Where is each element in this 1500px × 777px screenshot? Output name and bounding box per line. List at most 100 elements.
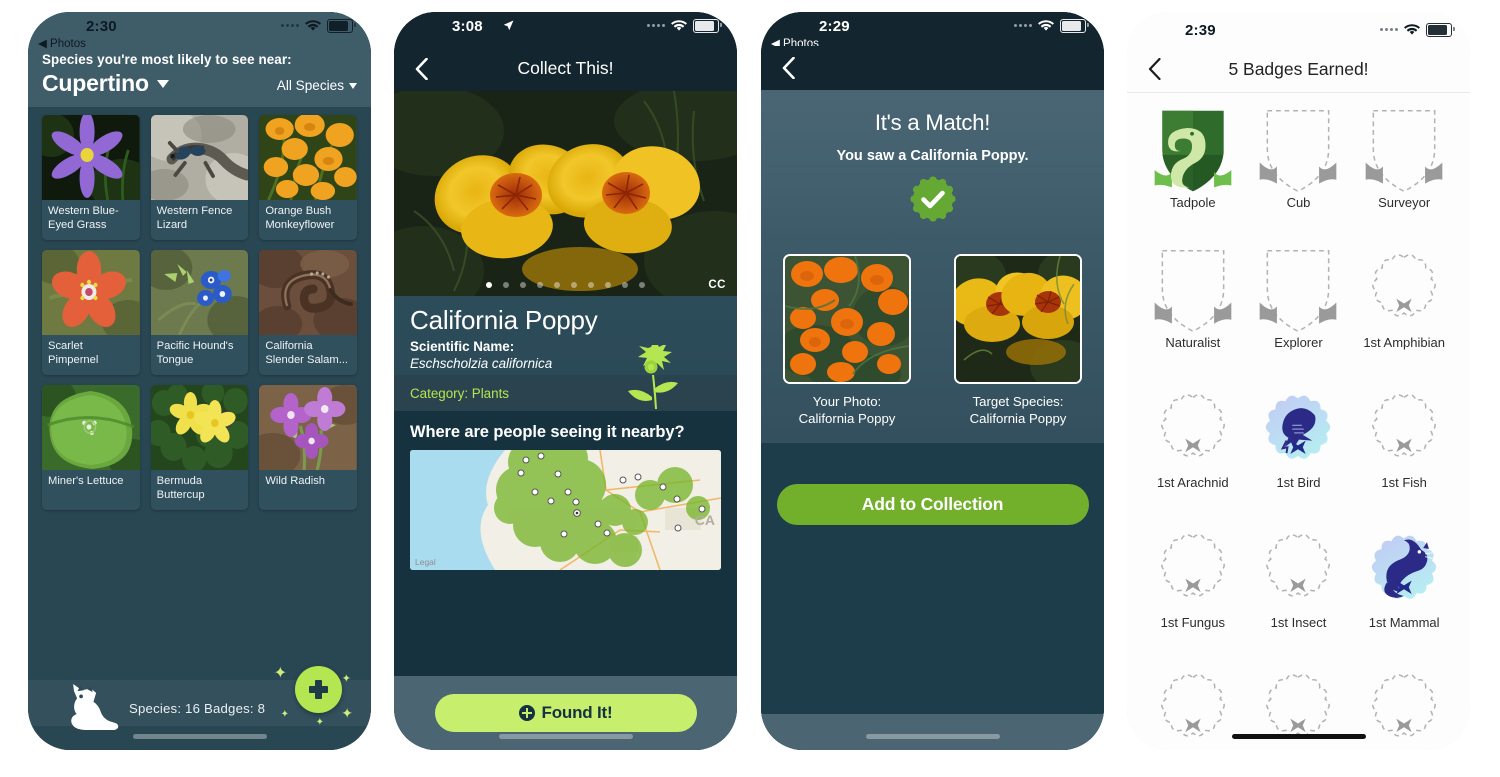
badge-locked-outline [1151,525,1235,617]
species-card[interactable]: Pacific Hound's Tongue [150,250,249,375]
status-time: 2:39 [1185,22,1216,39]
observations-map[interactable]: Legal CA [410,450,721,571]
species-name: Orange Bush Monkeyflower [265,205,335,231]
signal-dots-icon [647,24,665,28]
status-time: 3:08 [452,18,483,35]
home-indicator [132,734,267,739]
cc-license-label[interactable]: CC [708,279,726,291]
badge-label: Explorer [1274,335,1323,350]
badge-earned-art [1362,525,1446,617]
carousel-dot[interactable] [503,282,509,288]
species-filter-selector[interactable]: All Species [277,78,357,97]
species-name: Pacific Hound's Tongue [156,340,234,366]
bottom-bar [761,714,1104,750]
carousel-dot[interactable] [537,282,543,288]
status-back-to-photos[interactable]: ◀ Photos [38,36,86,50]
species-name: California Slender Salam... [265,340,349,366]
target-photo-label: Target Species: California Poppy [954,393,1082,427]
badge-item[interactable] [1143,665,1243,750]
add-observation-button[interactable] [295,666,342,713]
phone-screen-collect-this: 3:08 Collect This! CC California Poppy S… [394,12,737,750]
found-it-button[interactable]: Found It! [434,694,697,732]
map-legal-link[interactable]: Legal [415,557,436,567]
badge-locked-outline [1256,525,1340,617]
badge-locked-outline [1151,245,1235,337]
map-state-label: CA [694,512,715,529]
target-photo[interactable] [954,254,1082,384]
nav-bar: Collect This! [394,46,737,91]
signal-dots-icon [281,24,299,28]
carousel-dot[interactable] [605,282,611,288]
badge-item[interactable]: Cub [1249,105,1349,245]
species-thumbnail [42,385,140,470]
your-photo-label: Your Photo: California Poppy [783,393,911,427]
home-indicator [498,734,633,739]
badge-earned-art [1151,105,1235,197]
species-card[interactable]: Bermuda Buttercup [150,385,249,510]
badge-item[interactable]: 1st Fish [1354,385,1454,525]
nearby-subtitle: Species you're most likely to see near: [42,52,292,67]
species-filter-label: All Species [276,78,344,93]
species-hero-image[interactable]: CC [394,91,737,296]
species-thumbnail [259,250,357,335]
carousel-dot[interactable] [588,282,594,288]
status-bar: 3:08 [394,12,737,46]
wifi-icon [1038,19,1054,32]
badge-item[interactable]: 1st Arachnid [1143,385,1243,525]
nav-title: Collect This! [517,58,614,78]
badge-item[interactable]: 1st Mammal [1354,525,1454,665]
badge-item[interactable]: Surveyor [1354,105,1454,245]
badge-label: Cub [1286,195,1311,210]
status-bar: 2:30 ◀ Photos [28,12,371,50]
status-back-label: Photos [50,38,86,50]
badge-item[interactable]: Naturalist [1143,245,1243,385]
found-it-label: Found It! [541,703,613,722]
home-indicator [865,734,1000,739]
badge-locked-outline [1151,665,1235,750]
badge-grid: Tadpole Cub Surveyor Naturalist Explorer [1127,93,1470,750]
carousel-dot[interactable] [486,282,492,288]
badge-item[interactable]: 1st Amphibian [1354,245,1454,385]
species-card[interactable]: Miner's Lettuce [42,385,140,510]
add-to-collection-label: Add to Collection [861,494,1004,515]
back-button[interactable] [1141,56,1167,82]
verified-check-icon [910,176,955,222]
add-to-collection-button[interactable]: Add to Collection [776,484,1089,526]
species-name: Western Blue-Eyed Grass [48,205,119,231]
user-photo[interactable] [783,254,911,384]
species-card[interactable]: Scarlet Pimpernel [42,250,140,375]
category-bar: Category: Plants [394,345,737,412]
badge-item[interactable] [1354,665,1454,750]
species-card[interactable]: Wild Radish [259,385,357,510]
user-poppy-photo [785,256,909,382]
carousel-dot[interactable] [622,282,628,288]
species-card[interactable]: California Slender Salam... [259,250,357,375]
location-selector[interactable]: Cupertino [42,70,169,97]
species-thumbnail [259,385,357,470]
species-card[interactable]: Western Blue-Eyed Grass [42,115,140,240]
wifi-icon [1404,23,1420,36]
species-name: Bermuda Buttercup [156,475,205,501]
badge-item[interactable]: 1st Bird [1249,385,1349,525]
species-thumbnail [42,115,140,200]
back-button[interactable] [775,55,801,81]
species-card[interactable]: Western Fence Lizard [150,115,249,240]
species-card[interactable]: Orange Bush Monkeyflower [259,115,357,240]
back-button[interactable] [408,56,434,82]
badge-locked-outline [1362,245,1446,337]
carousel-dots[interactable] [394,282,737,288]
badge-item[interactable]: 1st Insect [1249,525,1349,665]
carousel-dot[interactable] [554,282,560,288]
badge-label: 1st Insect [1270,615,1327,630]
carousel-dot[interactable] [639,282,645,288]
wifi-icon [305,19,321,32]
species-thumbnail [259,115,357,200]
badge-label: Tadpole [1170,195,1216,210]
badge-item[interactable]: 1st Fungus [1143,525,1243,665]
location-name: Cupertino [42,70,149,96]
badge-item[interactable]: Tadpole [1143,105,1243,245]
carousel-dot[interactable] [571,282,577,288]
badge-item[interactable]: Explorer [1249,245,1349,385]
badge-locked-outline [1256,245,1340,337]
carousel-dot[interactable] [520,282,526,288]
